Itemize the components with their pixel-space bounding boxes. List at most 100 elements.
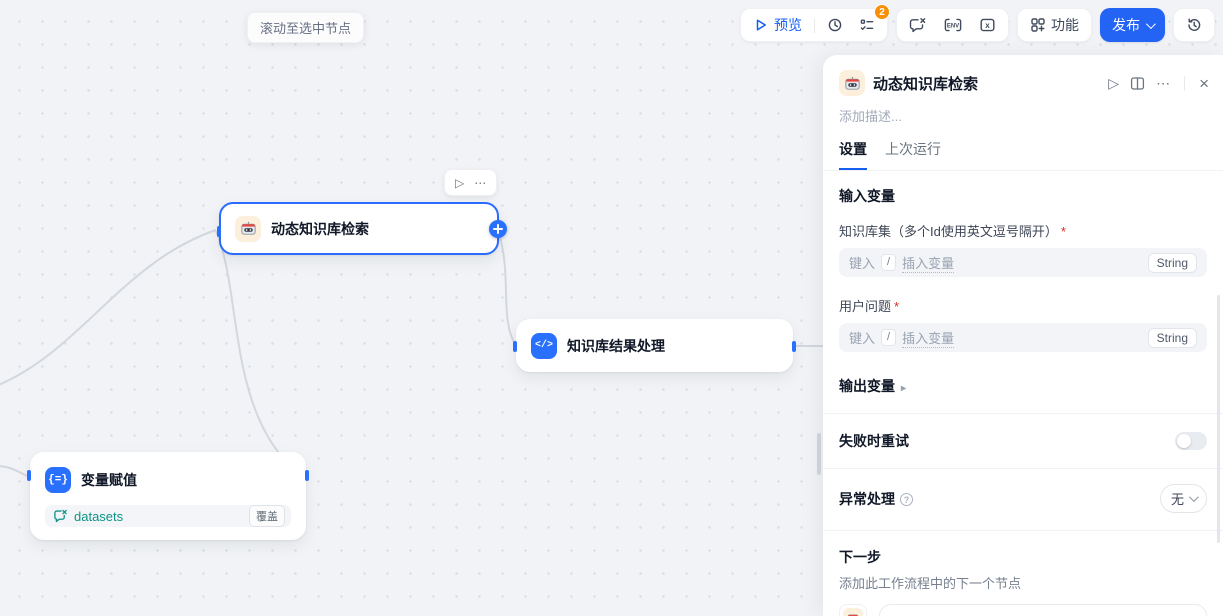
checklist-count-badge: 2 bbox=[874, 4, 890, 20]
output-handle[interactable] bbox=[305, 470, 309, 481]
current-node-mini-icon bbox=[839, 604, 867, 616]
node-run-icon[interactable]: ▷ bbox=[452, 174, 467, 192]
help-icon[interactable]: ? bbox=[900, 493, 913, 506]
required-asterisk: * bbox=[1061, 224, 1066, 239]
required-asterisk: * bbox=[894, 299, 899, 314]
panel-scrollbar-thumb[interactable] bbox=[1217, 295, 1220, 543]
output-variables-row[interactable]: 输出变量 ▸ bbox=[839, 376, 1207, 396]
retry-row: 失败时重试 bbox=[839, 431, 1207, 451]
robot-icon bbox=[235, 216, 261, 242]
history-group bbox=[1173, 8, 1215, 42]
edge-assigner-to-retrieval bbox=[216, 231, 301, 476]
next-step-header: 下一步 bbox=[839, 547, 1207, 567]
scroll-to-node-tooltip: 滚动至选中节点 bbox=[247, 12, 364, 43]
placeholder-type: 键入 bbox=[849, 328, 875, 347]
node-title: 变量赋值 bbox=[81, 470, 137, 490]
checklist-icon bbox=[859, 17, 875, 33]
output-handle[interactable] bbox=[792, 341, 796, 352]
node-more-icon[interactable]: ⋯ bbox=[471, 174, 489, 192]
environment-variables-button[interactable]: ENV bbox=[936, 12, 970, 38]
field-label-datasets: 知识库集（多个Id使用英文逗号隔开）* bbox=[839, 221, 1207, 240]
env-icon: ENV bbox=[943, 17, 963, 33]
variable-inspect-button[interactable]: x bbox=[972, 12, 1003, 38]
error-handling-row: 异常处理? 无 bbox=[839, 484, 1207, 513]
node-code-process[interactable]: </> 知识库结果处理 bbox=[516, 319, 793, 372]
next-node-card[interactable] bbox=[879, 604, 1207, 616]
input-handle[interactable] bbox=[513, 341, 517, 352]
panel-resize-handle[interactable] bbox=[817, 433, 821, 475]
retry-label: 失败时重试 bbox=[839, 431, 909, 451]
split-view-icon[interactable] bbox=[1130, 76, 1145, 91]
chevron-down-icon bbox=[1189, 492, 1199, 502]
placeholder-insert: 插入变量 bbox=[902, 253, 954, 273]
version-history-button[interactable] bbox=[1179, 12, 1209, 38]
node-config-panel: 动态知识库检索 ▷ ⋯ × 添加描述... 设置 上次运行 输入变量 知识库集（… bbox=[823, 55, 1223, 616]
node-title: 动态知识库检索 bbox=[271, 219, 369, 239]
conversation-variables-button[interactable] bbox=[902, 12, 934, 38]
placeholder-type: 键入 bbox=[849, 253, 875, 272]
publish-button[interactable]: 发布 bbox=[1100, 8, 1165, 42]
divider bbox=[1184, 76, 1185, 91]
code-icon: </> bbox=[531, 333, 557, 359]
panel-header: 动态知识库检索 ▷ ⋯ × bbox=[823, 55, 1223, 96]
chevron-down-icon bbox=[1146, 19, 1156, 29]
divider bbox=[823, 468, 1223, 469]
next-step-description: 添加此工作流程中的下一个节点 bbox=[839, 573, 1207, 592]
checklist-button[interactable]: 2 bbox=[852, 12, 882, 38]
divider bbox=[814, 18, 815, 33]
preview-button[interactable]: 预览 bbox=[746, 12, 809, 38]
user-query-input[interactable]: 键入 / 插入变量 String bbox=[839, 323, 1207, 352]
features-grid-icon bbox=[1030, 17, 1046, 33]
tab-settings[interactable]: 设置 bbox=[839, 139, 867, 170]
chat-variable-icon bbox=[909, 17, 927, 33]
edge-incoming-left bbox=[0, 230, 216, 386]
panel-title: 动态知识库检索 bbox=[873, 73, 1100, 94]
panel-tabs: 设置 上次运行 bbox=[823, 125, 1223, 171]
datasets-input[interactable]: 键入 / 插入变量 String bbox=[839, 248, 1207, 277]
run-node-icon[interactable]: ▷ bbox=[1108, 76, 1119, 90]
variable-x-icon: x bbox=[979, 17, 996, 33]
input-handle[interactable] bbox=[27, 470, 31, 481]
retry-toggle[interactable] bbox=[1175, 432, 1207, 450]
play-icon bbox=[753, 17, 769, 33]
assigner-icon: {=} bbox=[45, 467, 71, 493]
write-mode-badge: 覆盖 bbox=[249, 505, 285, 527]
next-step-row bbox=[839, 604, 1207, 616]
robot-icon bbox=[839, 70, 865, 96]
output-variables-header: 输出变量 bbox=[839, 378, 895, 394]
close-panel-icon[interactable]: × bbox=[1199, 75, 1209, 92]
input-handle[interactable] bbox=[217, 226, 221, 237]
error-strategy-select[interactable]: 无 bbox=[1160, 484, 1207, 513]
features-group: 功能 bbox=[1017, 8, 1092, 42]
node-header: {=} 变量赋值 bbox=[45, 467, 291, 493]
assigned-variable-row[interactable]: datasets 覆盖 bbox=[45, 505, 291, 527]
slash-keycap: / bbox=[881, 254, 896, 271]
node-variable-assigner[interactable]: {=} 变量赋值 datasets 覆盖 bbox=[30, 452, 306, 540]
more-menu-icon[interactable]: ⋯ bbox=[1156, 76, 1170, 90]
placeholder-insert: 插入变量 bbox=[902, 328, 954, 348]
preview-group: 预览 2 bbox=[740, 8, 888, 42]
variables-group: ENV x bbox=[896, 8, 1009, 42]
tab-last-run[interactable]: 上次运行 bbox=[885, 139, 941, 170]
input-variables-header: 输入变量 bbox=[839, 186, 1207, 206]
error-handling-label: 异常处理 bbox=[839, 491, 895, 507]
error-strategy-value: 无 bbox=[1171, 489, 1184, 508]
description-placeholder[interactable]: 添加描述... bbox=[823, 96, 1223, 125]
slash-keycap: / bbox=[881, 329, 896, 346]
divider bbox=[823, 413, 1223, 414]
x-label: x bbox=[985, 21, 990, 30]
node-title: 知识库结果处理 bbox=[567, 336, 665, 356]
field-label-query: 用户问题* bbox=[839, 296, 1207, 315]
caret-right-icon: ▸ bbox=[901, 383, 906, 394]
features-button[interactable]: 功能 bbox=[1023, 12, 1086, 38]
node-hover-toolbar: ▷ ⋯ bbox=[444, 169, 497, 196]
divider bbox=[823, 530, 1223, 531]
add-next-node-button[interactable] bbox=[489, 220, 507, 238]
env-label: ENV bbox=[947, 23, 959, 29]
edge-retrieval-to-code bbox=[498, 231, 514, 342]
edge-incoming-assigner bbox=[0, 466, 27, 476]
type-badge: String bbox=[1148, 328, 1197, 348]
run-history-button[interactable] bbox=[820, 12, 850, 38]
panel-body: 输入变量 知识库集（多个Id使用英文逗号隔开）* 键入 / 插入变量 Strin… bbox=[823, 171, 1223, 616]
node-knowledge-retrieval[interactable]: 动态知识库检索 bbox=[219, 202, 499, 255]
